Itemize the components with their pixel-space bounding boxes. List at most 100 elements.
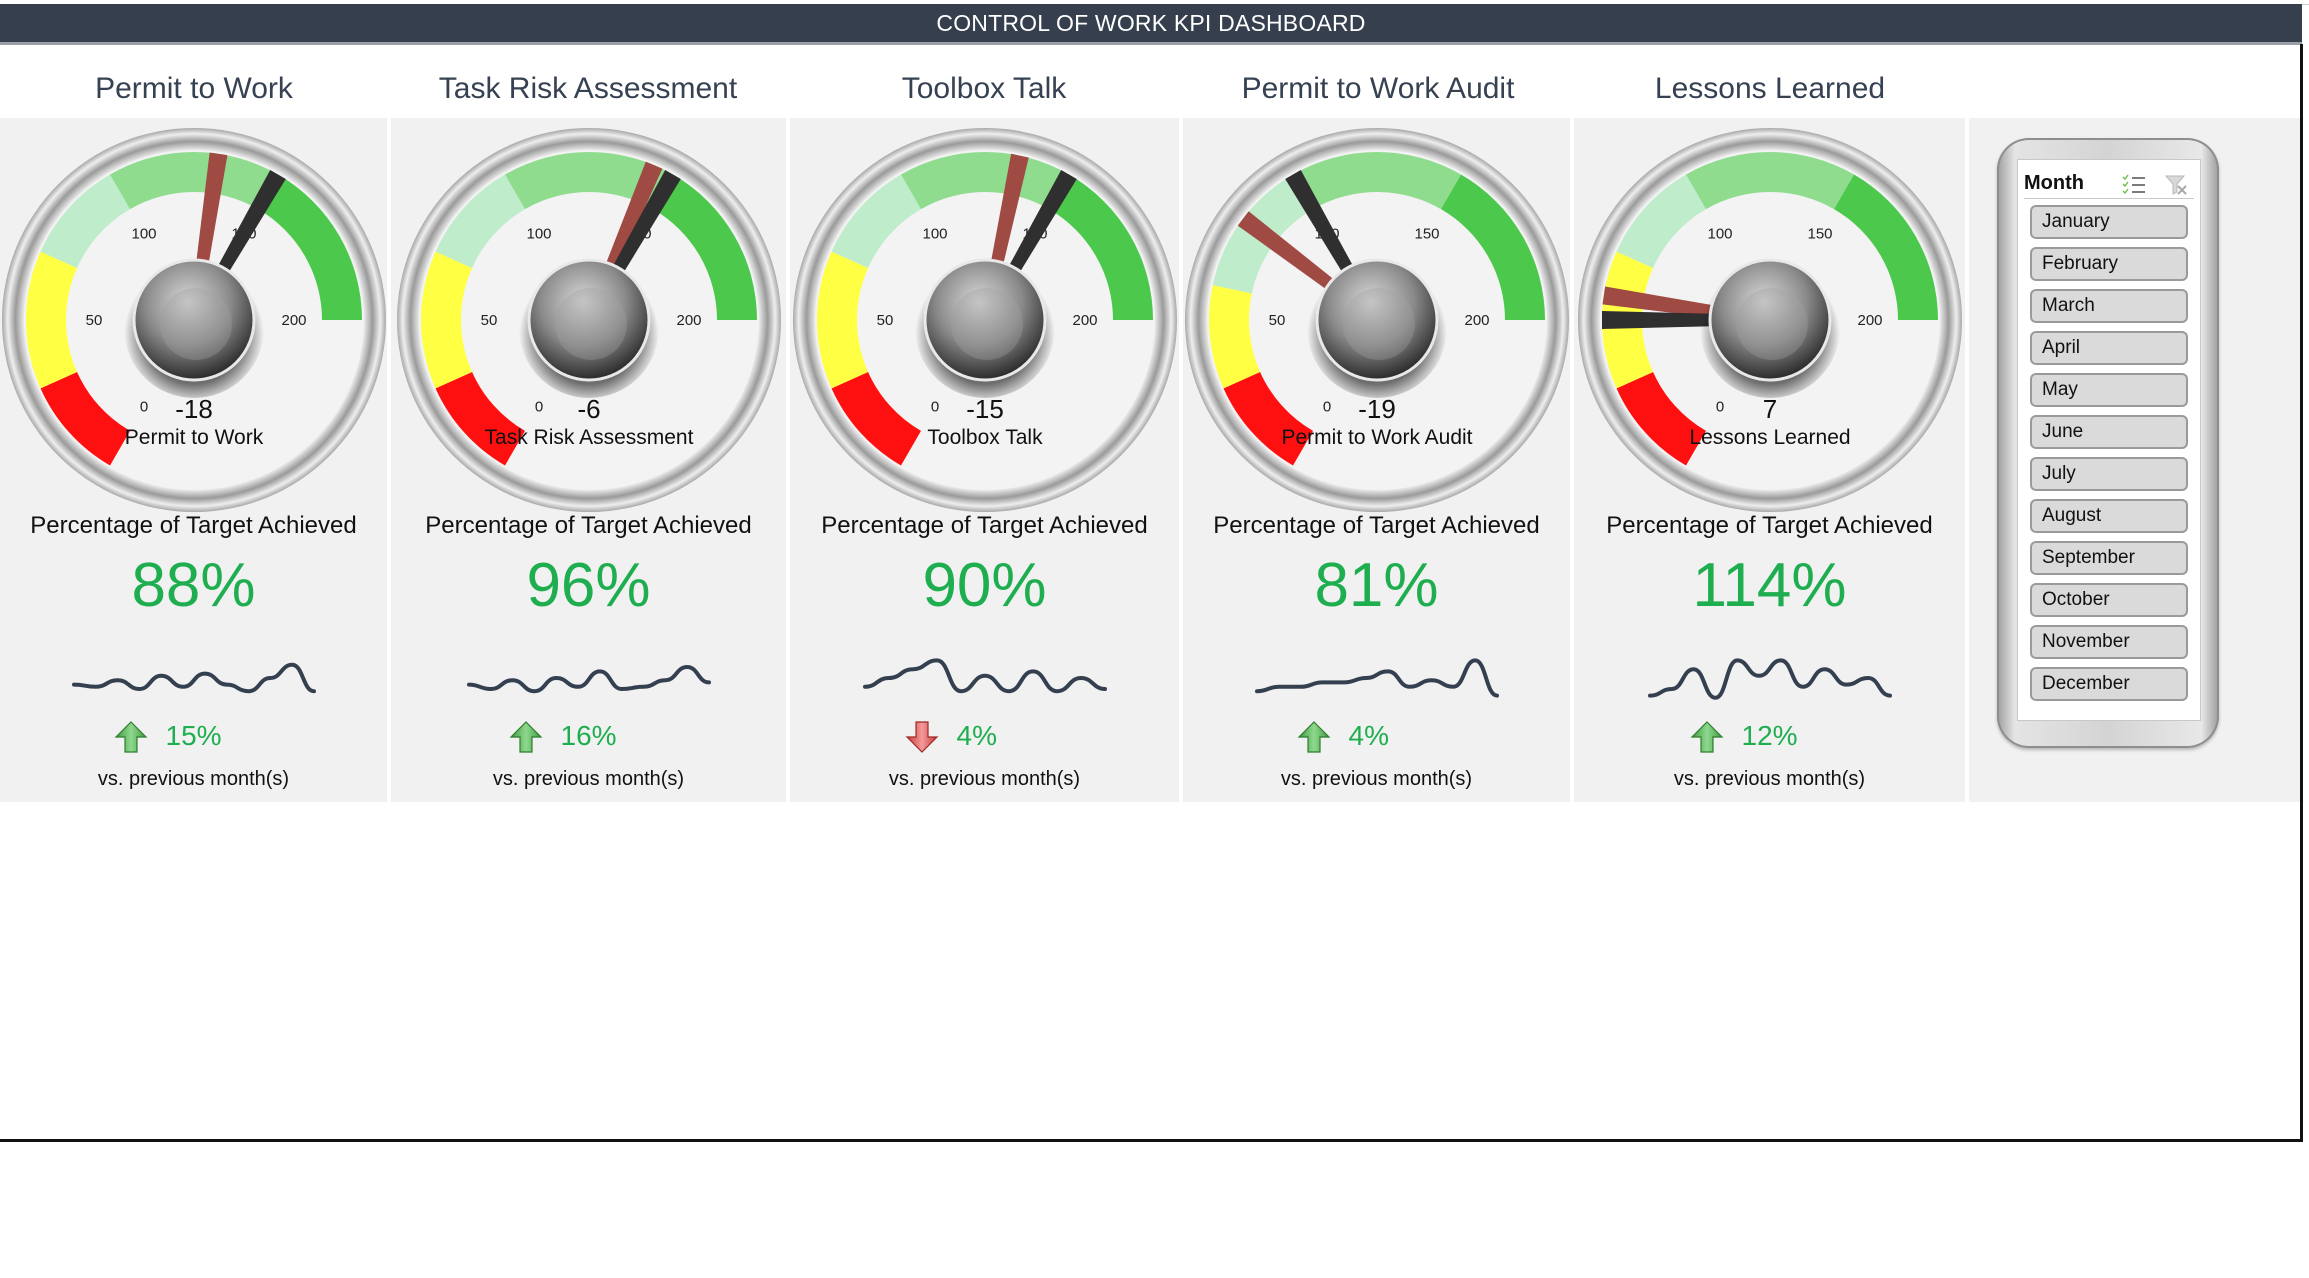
gauge-tick-label: 100 — [131, 225, 156, 242]
month-slicer: Month January February March April May June Ju… — [2017, 159, 2201, 721]
gauge-knob-center — [159, 288, 232, 360]
gauge-permit-to-work-audit: 050100150200-19Permit to Work Audit — [1184, 128, 1569, 512]
slicer-item-january[interactable]: January — [2030, 205, 2188, 239]
gauge-label: Task Risk Assessment — [484, 426, 693, 449]
dashboard-header: CONTROL OF WORK KPI DASHBOARD — [0, 4, 2302, 45]
sparkline-path — [466, 664, 711, 694]
gauge-tick-label: 0 — [1715, 399, 1723, 416]
sparkline-path — [862, 658, 1107, 694]
month-change: 4% — [1183, 718, 1570, 758]
gauge-label: Permit to Work Audit — [1281, 426, 1472, 449]
gauge-knob-center — [1342, 288, 1415, 360]
slicer-title: Month — [2024, 172, 2084, 194]
gauge-label: Permit to Work — [124, 426, 263, 449]
slicer-item-november[interactable]: November — [2030, 625, 2188, 659]
vs-previous-label: vs. previous month(s) — [1280, 768, 1473, 790]
pct-target-value: 114% — [1692, 551, 1847, 620]
vs-previous-label: vs. previous month(s) — [1673, 768, 1866, 790]
gauge-knob-center — [950, 288, 1023, 360]
trend-sparkline — [1254, 658, 1499, 698]
slicer-panel: Month January February March April May June Ju… — [1969, 118, 2300, 802]
slicer-item-august[interactable]: August — [2030, 499, 2188, 533]
slicer-header: Month — [2024, 168, 2194, 199]
slicer-item-may[interactable]: May — [2030, 373, 2188, 407]
gauge-tick-label: 200 — [1857, 312, 1882, 329]
gauge-task-risk-assessment: 050100150200-6Task Risk Assessment — [396, 128, 781, 512]
trend-sparkline — [1647, 658, 1892, 700]
kpi-title-toolbox-talk: Toolbox Talk — [901, 72, 1067, 105]
kpi-card-task-risk-assessment: 050100150200-6Task Risk Assessment Perce… — [391, 118, 786, 802]
slicer-item-october[interactable]: October — [2030, 583, 2188, 617]
slicer-item-april[interactable]: April — [2030, 331, 2188, 365]
gauge-tick-label: 200 — [281, 312, 306, 329]
month-change-value: 4% — [1348, 720, 1389, 751]
slicer-item-july[interactable]: July — [2030, 457, 2188, 491]
pct-target-value: 96% — [526, 551, 651, 620]
slicer-item-december[interactable]: December — [2030, 667, 2188, 701]
month-slicer-frame: Month January February March April May June Ju… — [1997, 138, 2219, 748]
pct-target-label: Percentage of Target Achieved — [1213, 512, 1540, 539]
trend-sparkline — [862, 658, 1107, 694]
gauge-tick-label: 150 — [1807, 225, 1832, 242]
month-change-value: 15% — [165, 720, 222, 751]
kpi-card-lessons-learned: 0501001502007Lessons Learned Percentage … — [1574, 118, 1965, 802]
trend-sparkline — [466, 664, 711, 694]
gauge-tick-label: 50 — [85, 312, 102, 329]
gauge-tick-label: 100 — [922, 225, 947, 242]
clear-filter-icon[interactable] — [2164, 174, 2188, 196]
gauge-tick-label: 50 — [480, 312, 497, 329]
pct-target-label: Percentage of Target Achieved — [1606, 512, 1933, 539]
gauge-tick-label: 200 — [1072, 312, 1097, 329]
month-change-value: 16% — [560, 720, 617, 751]
kpi-card-permit-to-work-audit: 050100150200-19Permit to Work Audit Perc… — [1183, 118, 1570, 802]
gauge-tick-label: 100 — [1707, 225, 1732, 242]
gauge-tick-label: 100 — [526, 225, 551, 242]
slicer-item-february[interactable]: February — [2030, 247, 2188, 281]
vs-previous-label: vs. previous month(s) — [492, 768, 685, 790]
month-change: 15% — [0, 718, 387, 758]
gauge-knob-center — [554, 288, 627, 360]
gauge-variance: -15 — [966, 394, 1004, 424]
gauge-variance: -19 — [1358, 394, 1396, 424]
kpi-title-permit-to-work-audit: Permit to Work Audit — [1241, 72, 1515, 105]
month-change-value: 12% — [1741, 720, 1798, 751]
sparkline-path — [1254, 658, 1499, 698]
arrow-up-icon — [509, 721, 542, 753]
arrow-down-icon — [905, 721, 938, 753]
slicer-item-june[interactable]: June — [2030, 415, 2188, 449]
trend-sparkline — [71, 662, 316, 694]
kpi-title-lessons-learned: Lessons Learned — [1654, 72, 1886, 105]
dashboard-title: CONTROL OF WORK KPI DASHBOARD — [936, 9, 1366, 36]
gauge-tick-label: 200 — [676, 312, 701, 329]
slicer-item-march[interactable]: March — [2030, 289, 2188, 323]
gauge-label: Toolbox Talk — [927, 426, 1043, 449]
arrow-up-icon — [1690, 721, 1723, 753]
arrow-up-icon — [114, 721, 147, 753]
month-change: 16% — [391, 718, 786, 758]
gauge-tick-label: 0 — [139, 399, 147, 416]
pct-target-value: 81% — [1314, 551, 1439, 620]
kpi-title-task-risk-assessment: Task Risk Assessment — [438, 72, 738, 105]
slicer-item-list: January February March April May June July Augu… — [2030, 205, 2188, 709]
print-area-border-bottom — [0, 1139, 2303, 1142]
month-change-value: 4% — [956, 720, 997, 751]
gauge-variance: -18 — [175, 394, 213, 424]
multi-select-icon[interactable] — [2122, 174, 2146, 194]
gauge-tick-label: 150 — [1414, 225, 1439, 242]
kpi-card-permit-to-work: 050100150200-18Permit to Work Percentage… — [0, 118, 387, 802]
print-area-border-right — [2300, 44, 2303, 1142]
pct-target-label: Percentage of Target Achieved — [30, 512, 357, 539]
gauge-permit-to-work: 050100150200-18Permit to Work — [1, 128, 386, 512]
arrow-up-icon — [1297, 721, 1330, 753]
month-change: 12% — [1574, 718, 1965, 758]
vs-previous-label: vs. previous month(s) — [888, 768, 1081, 790]
sparkline-path — [71, 662, 316, 694]
kpi-title-permit-to-work: Permit to Work — [95, 72, 293, 105]
gauge-tick-label: 200 — [1464, 312, 1489, 329]
pct-target-label: Percentage of Target Achieved — [425, 512, 752, 539]
gauge-label: Lessons Learned — [1689, 426, 1850, 449]
gauge-lessons-learned: 0501001502007Lessons Learned — [1577, 128, 1962, 512]
gauge-knob-center — [1735, 288, 1808, 360]
sparkline-path — [1647, 658, 1892, 700]
slicer-item-september[interactable]: September — [2030, 541, 2188, 575]
